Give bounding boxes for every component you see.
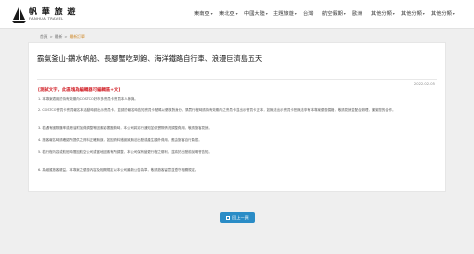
chevron-down-icon: ▾ [452,11,455,16]
editor-notice: [測試文字，此區塊為編輯器可編輯區+文] [38,88,121,93]
nav-item-other-1[interactable]: 其他分類▾ [371,10,395,18]
nav-item-europe[interactable]: 歐洲 [352,10,362,18]
nav-label: 東南亞 [194,11,210,17]
nav-label: 主題旅遊 [273,11,294,17]
nav-item-southeast-asia[interactable]: 東南亞▾ [194,10,213,18]
article-paragraph-4: 4. 旅客報名時請確認所提供之資料正確無誤，如因資料錯誤致無法出發或產生額外費用… [38,138,202,142]
logo-text-english: FANHUA TRAVEL [29,17,64,21]
list-icon [226,215,231,220]
nav-item-northeast-asia[interactable]: 東北亞▾ [219,10,238,18]
article-card: 霸氣釜山-鑽水帆船、長腳蟹吃到飽、海洋鐵路自行車、浪漫巨濟島五天 2022.02… [28,42,446,192]
nav-label: 其他分類 [431,11,452,17]
nav-label: 其他分類 [371,11,392,17]
article-paragraph-3: 3. 若遇有國際匯率或燃油附加費調整等因素影響團費時，本公司將另行通知並依實際情… [38,126,212,130]
breadcrumb-home[interactable]: 首頁 [40,34,48,39]
nav-item-china[interactable]: 中國大陸▾ [244,10,268,18]
nav-item-other-2[interactable]: 其他分類▾ [401,10,425,18]
back-button-label: 回上一頁 [232,215,249,220]
site-logo[interactable]: 帆 華 旅 遊 FANHUA TRAVEL [11,6,81,24]
title-divider [37,79,437,80]
breadcrumb: 首頁 > 最新 > 最新訂單 [40,34,85,39]
breadcrumb-current: 最新訂單 [69,34,85,39]
nav-item-taiwan[interactable]: 台灣 [303,10,313,18]
nav-item-theme-tours[interactable]: 主題旅遊▾ [273,10,297,18]
chevron-down-icon: ▾ [392,11,395,16]
nav-label: 台灣 [303,11,314,17]
article-paragraph-1: 1. 本專案適用於持有效期內COSTCO好市多會員卡會員本人參與。 [38,97,138,101]
site-header: 帆 華 旅 遊 FANHUA TRAVEL 東南亞▾ 東北亞▾ 中國大陸▾ 主題… [0,0,474,29]
sailboat-logo-icon [12,7,26,23]
back-button[interactable]: 回上一頁 [220,212,255,223]
article-title: 霸氣釜山-鑽水帆船、長腳蟹吃到飽、海洋鐵路自行車、浪漫巨濟島五天 [37,54,263,63]
nav-label: 歐洲 [352,11,363,17]
chevron-down-icon: ▾ [294,11,297,16]
chevron-down-icon: ▾ [343,11,346,16]
chevron-down-icon: ▾ [265,11,268,16]
breadcrumb-separator: > [64,34,68,39]
article-date: 2022.02.05 [413,82,435,86]
logo-text-chinese: 帆 華 旅 遊 [29,7,77,16]
nav-item-other-3[interactable]: 其他分類▾ [431,10,455,18]
breadcrumb-section[interactable]: 最新 [55,34,63,39]
article-paragraph-6: 6. 為維護旅客權益，本專案之優惠內容及相關規定以本公司最新公告為準，敬請旅客留… [38,168,199,172]
nav-label: 其他分類 [401,11,422,17]
nav-item-air-holidays[interactable]: 航空假期▾ [322,10,346,18]
article-paragraph-5: 5. 若行程內容或航班時間因航空公司或當地因素有所調整，本公司保有變更行程之權利… [38,150,212,154]
nav-label: 中國大陸 [244,11,265,17]
chevron-down-icon: ▾ [235,11,238,16]
chevron-down-icon: ▾ [210,11,213,16]
article-paragraph-2: 2. COSTCO會員卡會員報名本活動時請出示會員卡，並請於報名時告知會員卡號碼… [38,108,396,112]
breadcrumb-separator: > [49,34,53,39]
nav-label: 航空假期 [322,11,343,17]
chevron-down-icon: ▾ [422,11,425,16]
nav-label: 東北亞 [219,11,235,17]
